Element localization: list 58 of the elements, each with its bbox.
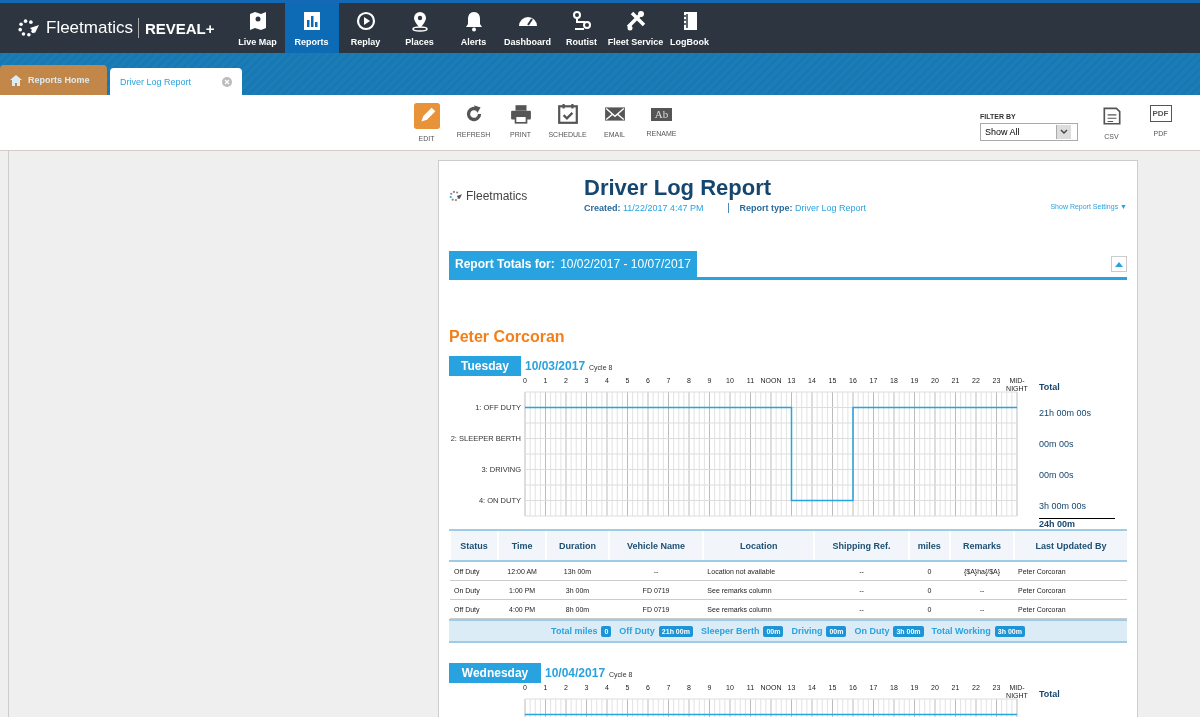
driver-name: Peter Corcoran bbox=[449, 328, 566, 346]
created-date: Created: 11/22/2017 4:47 PM bbox=[584, 203, 730, 213]
day-label: Wednesday bbox=[449, 663, 541, 683]
logo-icon bbox=[18, 18, 40, 38]
nav-item[interactable]: Routist bbox=[554, 3, 609, 53]
column-header: miles bbox=[908, 530, 950, 561]
collapse-button[interactable] bbox=[1111, 256, 1127, 272]
product-name: REVEAL+ bbox=[144, 19, 215, 37]
status-total: 21h 00m 00s bbox=[1039, 407, 1093, 420]
document-icon bbox=[1100, 105, 1123, 127]
column-header: Remarks bbox=[949, 530, 1015, 561]
nav-item[interactable]: Places bbox=[392, 3, 447, 53]
nav-item[interactable]: Dashboard bbox=[500, 3, 555, 53]
day-date: 10/04/2017 bbox=[545, 666, 606, 680]
tools-icon bbox=[624, 9, 647, 32]
nav-item[interactable]: LogBook bbox=[662, 3, 717, 53]
column-header: Location bbox=[703, 530, 815, 561]
column-header: Duration bbox=[546, 530, 609, 561]
report-type: Report type: Driver Log Report bbox=[739, 203, 866, 213]
pencil-icon bbox=[413, 103, 440, 129]
column-header: Status bbox=[450, 530, 499, 561]
summary-label: Total Working bbox=[931, 626, 991, 636]
route-icon bbox=[570, 9, 593, 32]
column-header: Shipping Ref. bbox=[814, 530, 909, 561]
summary-label: On Duty bbox=[854, 626, 890, 636]
pdf-icon: PDF bbox=[1149, 105, 1172, 122]
home-icon bbox=[10, 74, 22, 86]
nav-item[interactable]: Fleet Service bbox=[608, 3, 663, 53]
report-totals-header: Report Totals for: 10/02/2017 - 10/07/2017 bbox=[449, 251, 697, 277]
column-header: Vehicle Name bbox=[608, 530, 704, 561]
printer-icon bbox=[509, 103, 532, 125]
up-arrow-icon bbox=[1115, 261, 1123, 267]
nav-item[interactable]: Replay bbox=[338, 3, 393, 53]
summary-label: Sleeper Berth bbox=[700, 626, 760, 636]
column-header: Time bbox=[498, 530, 547, 561]
report-title: Driver Log Report bbox=[584, 175, 773, 201]
close-icon[interactable] bbox=[222, 76, 232, 87]
nav-item[interactable]: Reports bbox=[284, 3, 339, 53]
day-label: Tuesday bbox=[449, 356, 521, 376]
summary-label: Total miles bbox=[551, 626, 598, 636]
brand-name: Fleetmatics bbox=[46, 18, 139, 38]
logo-icon bbox=[449, 190, 463, 202]
summary-label: Off Duty bbox=[619, 626, 655, 636]
total-heading: Total bbox=[1039, 382, 1061, 394]
play-icon bbox=[354, 9, 377, 32]
summary-label: Driving bbox=[791, 626, 823, 636]
nav-item[interactable]: Live Map bbox=[230, 3, 285, 53]
status-total: 00m 00s bbox=[1039, 438, 1075, 451]
day-date: 10/03/2017 bbox=[525, 359, 586, 373]
rename-icon: Ab bbox=[650, 108, 673, 121]
total-heading: Total bbox=[1039, 689, 1061, 701]
column-header: Last Updated By bbox=[1014, 530, 1127, 561]
calendar-icon bbox=[556, 103, 579, 125]
status-total: 3h 00m 00s bbox=[1039, 500, 1088, 513]
report-logo-text: Fleetmatics bbox=[466, 189, 528, 203]
nav-item[interactable]: Alerts bbox=[446, 3, 501, 53]
status-total: 00m 00s bbox=[1039, 469, 1075, 482]
filter-dropdown[interactable]: Show All bbox=[980, 122, 1078, 141]
